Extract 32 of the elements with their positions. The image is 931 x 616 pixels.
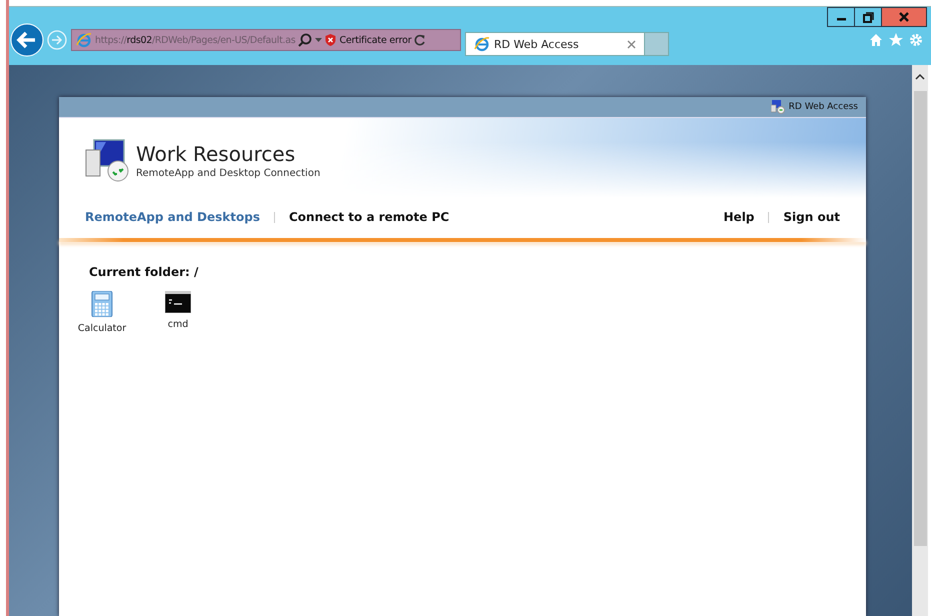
calculator-icon[interactable] [91,291,113,317]
current-folder-label: Current folder: / [89,265,200,279]
computer-icon [84,138,130,182]
close-icon[interactable] [627,40,636,48]
computer-icon [770,100,785,114]
browser-logo-icon [474,36,490,52]
browser-tab[interactable]: RD Web Access [465,32,645,56]
rd-web-access-link[interactable]: RD Web Access [770,100,858,114]
scrollbar-thumb[interactable] [914,91,926,546]
url-text: https://rds02/RDWeb/Pages/en-US/Default.as [95,34,296,46]
terminal-icon[interactable] [165,291,191,313]
restore-icon[interactable] [854,7,882,27]
search-icon[interactable] [298,33,312,47]
refresh-icon[interactable] [414,34,426,46]
nav-link[interactable]: Help [724,210,754,224]
shield-error-icon [325,34,336,46]
nav-link[interactable]: Sign out [783,210,840,224]
star-icon[interactable] [889,33,903,47]
nav-link[interactable]: Connect to a remote PC [289,210,450,224]
page-subtitle: RemoteApp and Desktop Connection [136,168,320,179]
app-label[interactable]: Calculator [78,323,126,334]
address-bar[interactable]: https://rds02/RDWeb/Pages/en-US/Default.as Certificate error [71,29,461,51]
page-title: Work Resources [136,142,296,166]
nav-link[interactable]: RemoteApp and Desktops [85,210,260,224]
tab-title: RD Web Access [494,38,580,50]
app-label[interactable]: cmd [168,319,188,330]
minimize-icon[interactable] [827,7,855,27]
close-icon[interactable] [881,7,927,27]
certificate-error-label[interactable]: Certificate error [339,34,412,46]
browser-logo-icon [76,32,92,48]
scrollbar[interactable] [912,65,928,616]
caret-icon[interactable] [315,38,322,42]
